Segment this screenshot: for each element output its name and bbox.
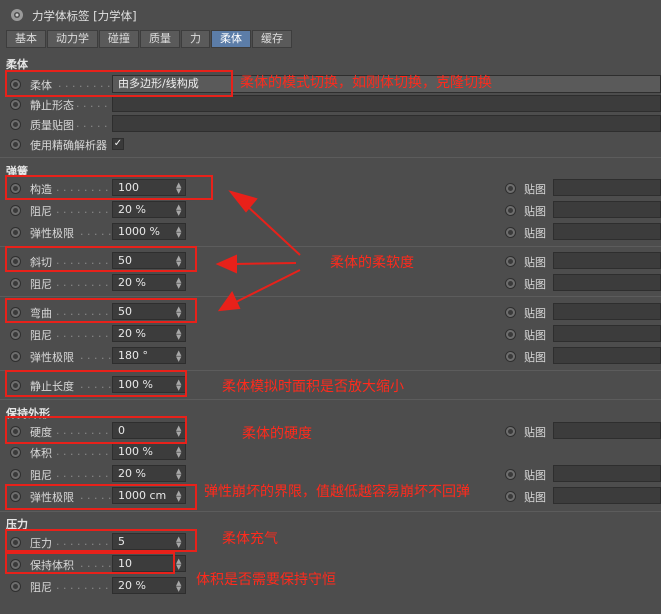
annotation-pressure-note: 柔体充气 xyxy=(222,531,278,547)
annotation-softness-note: 柔体的柔软度 xyxy=(330,255,414,271)
annotation-arrows xyxy=(215,190,301,312)
annotation-mode-note: 柔体的模式切换，如刚体切换，克隆切换 xyxy=(240,75,492,91)
annotation-rest-length-note: 柔体模拟时面积是否放大缩小 xyxy=(222,379,404,395)
annotation-keep-volume-note: 体积是否需要保持守恒 xyxy=(196,572,336,588)
annotation-elastic-note: 弹性崩坏的界限，值越低越容易崩坏不回弹 xyxy=(204,484,470,500)
annotation-hardness-note: 柔体的硬度 xyxy=(242,426,312,442)
